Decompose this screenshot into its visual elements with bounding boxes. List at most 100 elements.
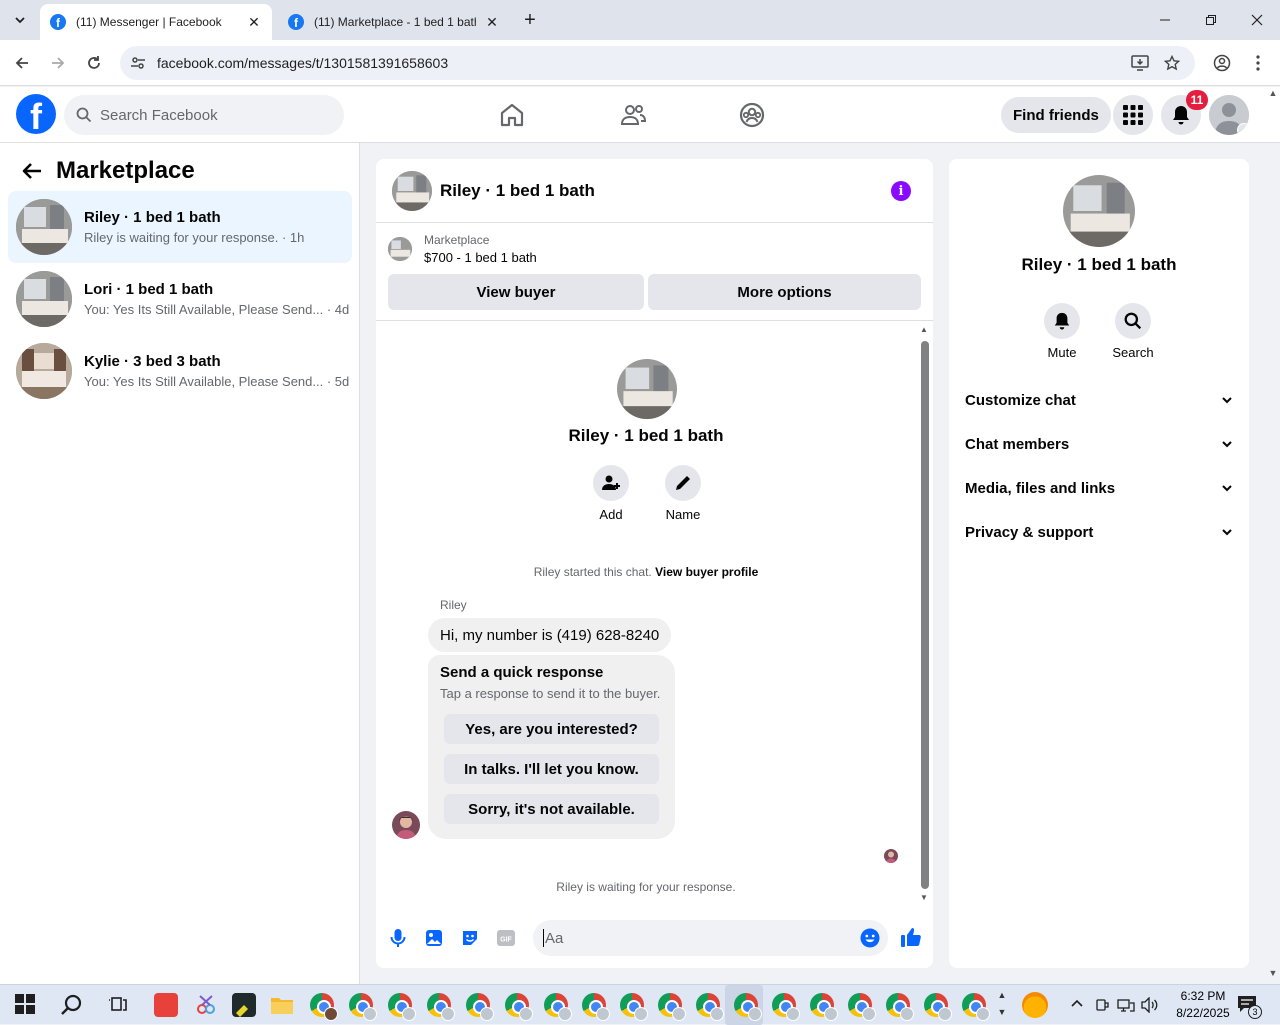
profile-button[interactable] [1208,49,1236,77]
privacy-support-section[interactable]: Privacy & support [957,510,1241,554]
quick-response-option[interactable]: Yes, are you interested? [444,714,659,744]
chrome-taskbar-icon[interactable] [810,993,838,1021]
chrome-taskbar-icon[interactable] [505,993,533,1021]
view-buyer-profile-link[interactable]: View buyer profile [655,565,758,579]
chrome-taskbar-icon[interactable] [388,993,416,1021]
mute-button[interactable]: Mute [1032,303,1092,360]
add-people-button[interactable]: Add [581,465,641,522]
message-list[interactable]: Riley · 1 bed 1 bath Add Name Riley star… [376,321,933,906]
sticker-button[interactable] [460,928,480,948]
tray-overflow-icon[interactable] [1070,997,1084,1011]
weather-icon[interactable] [1022,992,1048,1018]
close-tab-icon[interactable]: ✕ [246,14,262,30]
find-friends-button[interactable]: Find friends [1001,97,1111,133]
search-input[interactable]: Search Facebook [64,95,344,135]
conversation-kylie[interactable]: Kylie · 3 bed 3 bath You: Yes Its Still … [8,335,352,407]
browser-menu-button[interactable] [1244,49,1272,77]
voice-clip-button[interactable] [388,928,408,948]
chevron-down-icon [1237,123,1249,135]
facebook-logo[interactable]: f [16,94,56,134]
more-vertical-icon [1256,55,1260,71]
taskbar-app-red-icon[interactable] [154,993,178,1017]
menu-button[interactable] [1113,95,1153,135]
file-explorer-icon[interactable] [270,993,294,1017]
quick-response-option[interactable]: Sorry, it's not available. [444,794,659,824]
taskbar-app-snip-icon[interactable] [194,993,218,1017]
emoji-button[interactable] [860,928,880,948]
friends-nav[interactable] [619,101,647,129]
start-button[interactable] [14,993,38,1017]
browser-tab-marketplace[interactable]: f (11) Marketplace - 1 bed 1 bath ✕ [278,4,510,40]
taskbar-search-button[interactable] [60,993,84,1017]
message-scrollbar[interactable]: ▲ ▼ [919,325,929,902]
chrome-taskbar-icon[interactable] [620,993,648,1021]
waiting-notice: Riley is waiting for your response. [556,880,736,894]
restore-button[interactable] [1188,0,1234,40]
chrome-taskbar-icon[interactable] [962,993,990,1021]
device-icon[interactable] [1094,997,1110,1013]
chrome-taskbar-icon[interactable] [924,993,952,1021]
taskbar-overflow-arrows[interactable]: ▲ ▼ [996,987,1008,1021]
send-like-button[interactable] [900,926,922,948]
page-scroll-down-icon[interactable]: ▼ [1266,968,1280,982]
chrome-taskbar-icon[interactable] [658,993,686,1021]
search-conversation-button[interactable]: Search [1103,303,1163,360]
url-field[interactable]: facebook.com/messages/t/1301581391658603 [120,46,1195,80]
new-tab-button[interactable]: + [518,8,542,32]
taskbar-clock[interactable]: 6:32 PM 8/22/2025 [1163,988,1243,1022]
reload-button[interactable] [80,49,108,77]
back-button[interactable] [8,49,36,77]
chrome-taskbar-icon[interactable] [848,993,876,1021]
page-scroll-up-icon[interactable]: ▲ [1266,88,1280,102]
details-name: Riley · 1 bed 1 bath [1021,255,1177,274]
chrome-taskbar-icon[interactable] [427,993,455,1021]
browser-tab-messenger[interactable]: f (11) Messenger | Facebook ✕ [40,4,272,40]
task-view-button[interactable] [108,993,132,1017]
message-input[interactable]: Aa [533,920,888,956]
listing-thumbnail [16,199,72,255]
chrome-taskbar-icon-active[interactable] [734,993,762,1021]
account-avatar[interactable] [1209,95,1249,135]
install-app-icon[interactable] [1130,53,1150,73]
info-icon[interactable]: i [891,181,911,201]
conversation-lori[interactable]: Lori · 1 bed 1 bath You: Yes Its Still A… [8,263,352,335]
back-arrow-button[interactable] [16,155,48,187]
forward-button[interactable] [44,49,72,77]
customize-chat-section[interactable]: Customize chat [957,378,1241,422]
minimize-button[interactable] [1142,0,1188,40]
taskbar-app-notes-icon[interactable] [232,993,256,1017]
conversation-riley[interactable]: Riley · 1 bed 1 bath Riley is waiting fo… [8,191,352,263]
chrome-taskbar-icon[interactable] [544,993,572,1021]
scrollbar-thumb[interactable] [921,341,929,889]
rename-button[interactable]: Name [653,465,713,522]
groups-nav[interactable] [738,101,766,129]
chrome-taskbar-icon[interactable] [886,993,914,1021]
gif-button[interactable]: GIF [496,928,516,948]
chat-header-thumbnail[interactable] [392,170,432,211]
volume-icon[interactable] [1141,997,1159,1013]
view-buyer-button[interactable]: View buyer [388,274,644,310]
chrome-taskbar-icon[interactable] [349,993,377,1021]
home-nav[interactable] [498,101,526,129]
tab-search-button[interactable] [8,8,32,32]
quick-response-option[interactable]: In talks. I'll let you know. [444,754,659,784]
scroll-down-icon[interactable]: ▼ [919,893,929,902]
chat-members-section[interactable]: Chat members [957,422,1241,466]
media-files-links-section[interactable]: Media, files and links [957,466,1241,510]
chrome-taskbar-icon[interactable] [582,993,610,1021]
more-options-button[interactable]: More options [648,274,921,310]
close-window-button[interactable] [1234,0,1280,40]
site-info-icon[interactable] [128,53,148,73]
close-tab-icon[interactable]: ✕ [484,14,500,30]
chrome-taskbar-icon[interactable] [310,993,338,1021]
bookmark-star-icon[interactable] [1162,53,1182,73]
action-center-button[interactable]: 3 [1236,994,1262,1019]
chrome-taskbar-icon[interactable] [696,993,724,1021]
scroll-up-icon[interactable]: ▲ [919,325,929,334]
chat-title[interactable]: Riley · 1 bed 1 bath [440,181,595,201]
chrome-taskbar-icon[interactable] [466,993,494,1021]
chrome-taskbar-icon[interactable] [772,993,800,1021]
chat-profile-name: Riley · 1 bed 1 bath [568,426,724,445]
network-icon[interactable] [1117,997,1135,1013]
attach-photo-button[interactable] [424,928,444,948]
